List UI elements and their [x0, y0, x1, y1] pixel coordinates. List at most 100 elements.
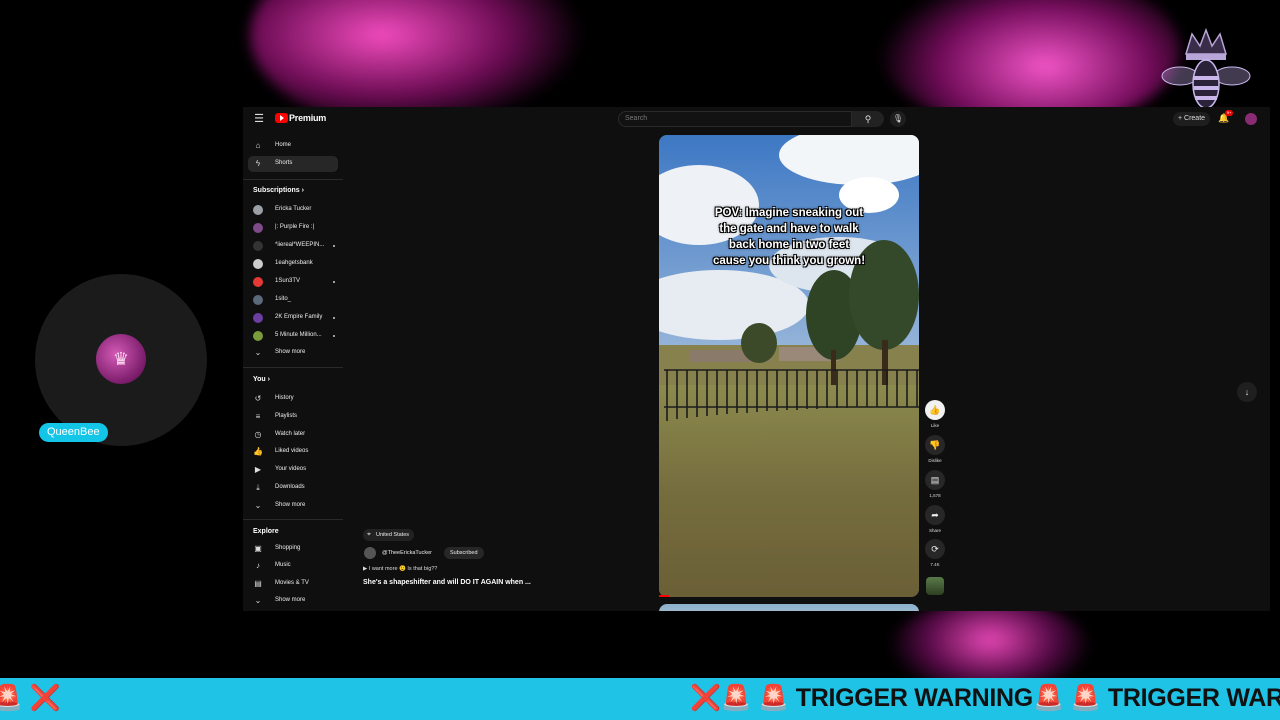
show-more-label: Show more [275, 502, 306, 508]
search-icon: ⚲ [864, 114, 872, 124]
you-show-more[interactable]: ⌄ Show more [248, 498, 338, 514]
account-avatar[interactable] [1245, 113, 1257, 125]
home-icon: ⌂ [255, 141, 261, 150]
youtube-logo-text[interactable]: Premium [289, 113, 326, 123]
short-title[interactable]: She's a shapeshifter and will DO IT AGAI… [363, 579, 531, 586]
history-icon: ↺ [254, 394, 262, 403]
sidebar-item-your-videos[interactable]: ▶ Your videos [248, 462, 338, 478]
sidebar-item-label: Playlists [275, 413, 298, 419]
menu-icon[interactable]: ☰ [253, 113, 265, 125]
search-input[interactable]: Search [618, 111, 852, 127]
short-action-bar: 👍 Like 👎 Dislike ▤ 1,578 ➦ Share ⟳ 7.4K [923, 399, 947, 599]
channel-avatar [253, 205, 263, 215]
youtube-logo-icon[interactable] [275, 113, 288, 123]
short-video-player[interactable]: POV: Imagine sneaking out the gate and h… [659, 135, 919, 597]
comments-button[interactable]: ▤ [925, 470, 945, 490]
location-label: United States [376, 532, 410, 538]
sidebar-item-playlists[interactable]: ≡ Playlists [248, 409, 338, 425]
shorts-icon: ϟ [255, 159, 261, 168]
new-content-dot [333, 317, 335, 319]
remix-count: 7.4K [930, 562, 940, 567]
subscription-item[interactable]: *iiereal*WEEPIN... [248, 238, 338, 254]
sidebar-item-label: Shorts [275, 160, 293, 166]
new-content-dot [333, 335, 335, 337]
voice-search-button[interactable]: 🎙 [890, 111, 906, 127]
search-button[interactable]: ⚲ [852, 111, 884, 127]
create-button[interactable]: + Create [1173, 112, 1211, 126]
music-track-link[interactable]: ▶ I want more 😉 Is that big?? [363, 566, 437, 572]
remix-icon: ⟳ [931, 544, 939, 554]
subscription-item[interactable]: 2K Empire Family [248, 310, 338, 326]
subscription-label: 1Sun3TV [275, 278, 301, 284]
comment-icon: ▤ [930, 475, 940, 485]
show-more-label: Show more [275, 349, 306, 355]
sidebar-item-movies-tv[interactable]: ▤ Movies & TV [248, 576, 338, 592]
arrow-down-icon: ↓ [1244, 387, 1250, 397]
sound-thumbnail[interactable] [926, 577, 944, 595]
subscription-label: |: Purple Fire :| [275, 224, 315, 230]
sidebar-item-liked-videos[interactable]: 👍 Liked videos [248, 444, 338, 460]
next-short-preview[interactable] [659, 604, 919, 611]
subscription-item[interactable]: 1eahgetsbank [248, 256, 338, 272]
sidebar-item-music[interactable]: ♪ Music [248, 558, 338, 574]
explore-show-more[interactable]: ⌄ Show more [248, 593, 338, 609]
sidebar-item-label: Liked videos [275, 448, 309, 454]
channel-avatar [253, 295, 263, 305]
shopping-bag-icon: ▣ [254, 544, 262, 553]
subscriptions-header[interactable]: Subscriptions › [253, 187, 304, 194]
channel-avatar [253, 241, 263, 251]
channel-avatar [253, 313, 263, 323]
subscription-label: *iiereal*WEEPIN... [275, 242, 325, 248]
new-content-dot [333, 245, 335, 247]
your-videos-icon: ▶ [254, 465, 262, 474]
like-button[interactable]: 👍 [925, 400, 945, 420]
subscriptions-show-more[interactable]: ⌄ Show more [248, 345, 338, 361]
sidebar-item-shopping[interactable]: ▣ Shopping [248, 541, 338, 557]
sidebar-item-watch-later[interactable]: ◷ Watch later [248, 427, 338, 443]
location-pin-icon: ⌖ [367, 531, 371, 538]
subscriptions-header-label: Subscriptions [253, 187, 300, 194]
channel-name-link[interactable]: @TheeErickaTucker [382, 550, 432, 556]
remix-button[interactable]: ⟳ [925, 539, 945, 559]
you-header[interactable]: You › [253, 376, 270, 383]
subscription-item[interactable]: 1Sun3TV [248, 274, 338, 290]
sidebar-item-home[interactable]: ⌂ Home [248, 138, 338, 154]
channel-avatar[interactable] [364, 547, 376, 559]
share-button[interactable]: ➦ [925, 505, 945, 525]
subscription-item[interactable]: 5 Minute Million... [248, 328, 338, 344]
chevron-down-icon: ⌄ [254, 501, 262, 510]
sidebar-item-label: History [275, 395, 294, 401]
subscription-label: 2K Empire Family [275, 314, 323, 320]
youtube-window: ☰ Premium Search ⚲ 🎙 + Create 🔔 9+ ⌂ Hom… [243, 107, 1270, 611]
subscribe-button[interactable]: Subscribed [444, 547, 484, 559]
video-progress-bar[interactable] [659, 595, 669, 597]
sidebar-item-label: Shopping [275, 545, 301, 551]
webcam-avatar: ♛ [96, 334, 146, 384]
subscription-label: 1eahgetsbank [275, 260, 313, 266]
subscription-label: 5 Minute Million... [275, 332, 322, 338]
next-short-button[interactable]: ↓ [1237, 382, 1257, 402]
channel-avatar [253, 331, 263, 341]
playlists-icon: ≡ [255, 412, 261, 421]
dislike-button[interactable]: 👎 [925, 435, 945, 455]
channel-avatar [253, 223, 263, 233]
sidebar-divider [243, 519, 343, 520]
sidebar-item-history[interactable]: ↺ History [248, 391, 338, 407]
chevron-down-icon: ⌄ [254, 348, 262, 357]
location-chip[interactable]: ⌖ United States [363, 529, 415, 541]
stream-overlay: ♛ QueenBee ☰ Premium Search ⚲ 🎙 + Create… [0, 0, 1280, 720]
webcam-name-tag: QueenBee [39, 423, 108, 442]
sidebar-item-downloads[interactable]: ⤓ Downloads [248, 480, 338, 496]
subscription-item[interactable]: 1sito_ [248, 292, 338, 308]
music-play-icon: ▶ [363, 566, 368, 572]
subscription-label: 1sito_ [275, 296, 292, 302]
subscription-item[interactable]: Ericka Tucker [248, 202, 338, 218]
sidebar-item-shorts[interactable]: ϟ Shorts [248, 156, 338, 172]
subscription-label: Ericka Tucker [275, 206, 312, 212]
mic-icon: 🎙 [892, 114, 904, 123]
subscription-item[interactable]: |: Purple Fire :| [248, 220, 338, 236]
sidebar-item-label: Movies & TV [275, 580, 309, 586]
comments-count: 1,578 [929, 493, 941, 498]
top-bar: ☰ Premium Search ⚲ 🎙 + Create 🔔 9+ [243, 107, 1270, 131]
thumbs-down-icon: 👎 [929, 440, 941, 450]
